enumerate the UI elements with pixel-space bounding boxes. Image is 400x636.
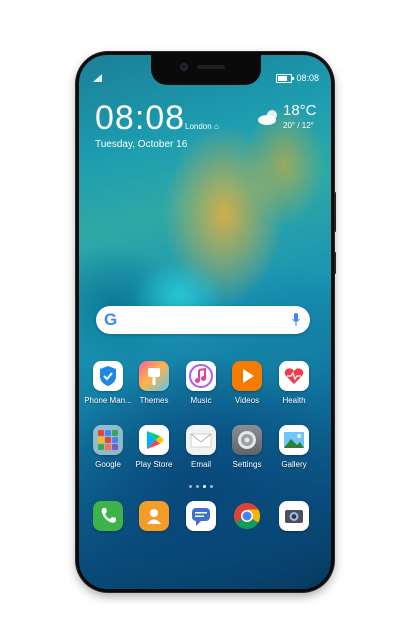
page-dot [189,485,192,488]
home-icon: ⌂ [213,122,219,131]
play-icon [232,361,262,391]
app-videos[interactable]: Videos [222,361,272,405]
weather-temp[interactable]: 18°C [283,102,317,119]
music-note-icon [186,361,216,391]
city-label: London [185,122,212,131]
app-label: Gallery [281,460,307,469]
app-play-store[interactable]: Play Store [129,425,179,469]
app-label: Play Store [135,460,173,469]
volume-button [334,192,336,232]
app-gallery[interactable]: Gallery [269,425,319,469]
google-folder-icon [93,425,123,455]
app-label: Settings [232,460,262,469]
clock-date: Tuesday, October 16 [95,139,188,150]
shield-icon [93,361,123,391]
page-dot [210,485,213,488]
gear-icon [232,425,262,455]
contacts-icon [139,501,169,531]
chrome-icon [232,501,262,531]
google-logo-icon: G [104,310,118,329]
app-settings[interactable]: Settings [222,425,272,469]
home-screen: 08:08 08:08 London ⌂ Tuesday, October 16… [79,55,331,589]
power-button [334,252,336,274]
status-time: 08:08 [296,73,319,83]
dock-chrome[interactable] [222,501,272,531]
phone-frame: 08:08 08:08 London ⌂ Tuesday, October 16… [76,52,336,592]
app-label: Music [190,396,212,405]
phone-icon [93,501,123,531]
app-google-folder[interactable]: Google [83,425,133,469]
play-store-icon [139,425,169,455]
page-indicator [189,485,213,488]
app-phone-manager[interactable]: Phone Man... [83,361,133,405]
app-music[interactable]: Music [176,361,226,405]
app-label: Themes [139,396,169,405]
dock-phone[interactable] [83,501,133,531]
display-notch [151,55,261,85]
page-dot-active [203,485,206,488]
app-label: Email [190,460,211,469]
app-label: Health [282,396,306,405]
app-themes[interactable]: Themes [129,361,179,405]
battery-icon [276,73,295,83]
page-dot [196,485,199,488]
app-label: Videos [234,396,260,405]
weather-range: 20° / 12° [283,121,314,130]
brush-icon [139,361,169,391]
sun-cloud-icon[interactable] [257,109,281,125]
signal-icon [93,74,102,82]
app-label: Phone Man... [84,396,132,405]
front-camera-icon [180,63,188,71]
app-label: Google [95,460,121,469]
dock-camera[interactable] [269,501,319,531]
messages-icon [186,501,216,531]
camera-icon [279,501,309,531]
app-email[interactable]: Email [176,425,226,469]
picture-icon [279,425,309,455]
clock-widget-time[interactable]: 08:08 [95,99,185,138]
app-health[interactable]: Health [269,361,319,405]
dock-messages[interactable] [176,501,226,531]
google-search-bar[interactable]: G [96,306,310,334]
envelope-icon [186,425,216,455]
mic-icon[interactable] [292,313,300,327]
earpiece-speaker [197,65,225,69]
dock-contacts[interactable] [129,501,179,531]
heart-icon [279,361,309,391]
clock-city: London ⌂ [185,122,219,131]
